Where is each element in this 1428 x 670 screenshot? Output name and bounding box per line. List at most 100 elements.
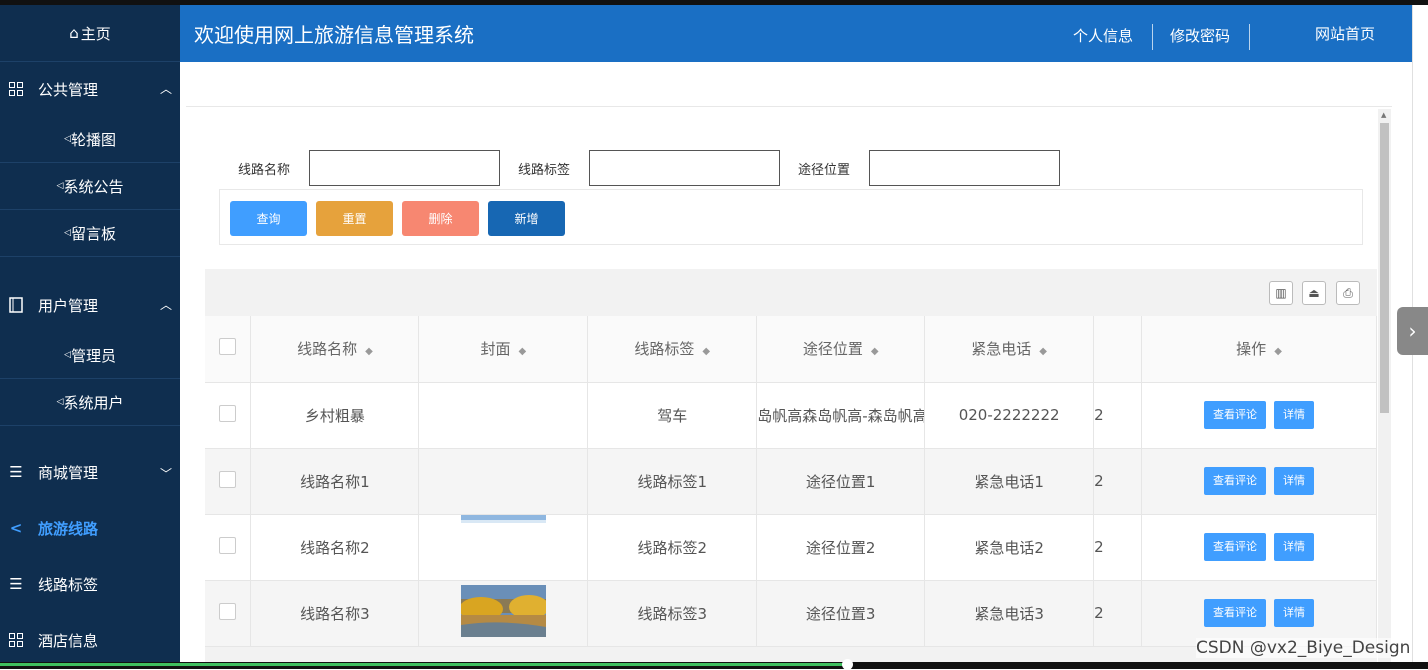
share-icon: < [9, 519, 23, 537]
row-select-cell [205, 580, 252, 647]
row-checkbox[interactable] [219, 470, 237, 488]
query-button[interactable]: 查询 [230, 201, 307, 236]
table-row: 乡村粗暴 驾车 岛帆高森岛帆高-森岛帆高 020-2222222 2 查看评论详… [205, 382, 1377, 449]
sidebar-group-public[interactable]: 公共管理 ︿ [0, 62, 180, 116]
extra-cell: 2 [1093, 514, 1143, 581]
nav-divider [1152, 24, 1153, 50]
column-header[interactable]: 线路名称 ◆ [250, 316, 420, 383]
view-comments-button[interactable]: 查看评论 [1204, 467, 1267, 495]
sidebar-group-shop[interactable]: ☰ 商城管理 ﹀ [0, 447, 180, 497]
details-button[interactable]: 详情 [1274, 533, 1315, 561]
sidebar-group-label: 线路标签 [38, 575, 99, 594]
sort-icon[interactable]: ◆ [871, 346, 879, 357]
column-header-label: 操作 [1236, 340, 1267, 359]
route-name-label: 线路名称 [238, 163, 291, 178]
side-expand-handle[interactable]: › [1397, 307, 1428, 355]
phone-cell: 紧急电话2 [924, 514, 1095, 581]
nav-divider [1249, 24, 1250, 50]
location-cell: 岛帆高森岛帆高-森岛帆高 [756, 382, 926, 449]
sidebar-item-admins[interactable]: ◁ 管理员 [0, 332, 180, 379]
vertical-scrollbar[interactable]: ▲ [1378, 109, 1391, 662]
sort-icon[interactable]: ◆ [518, 346, 526, 357]
sidebar-item-carousel[interactable]: ◁ 轮播图 [0, 116, 180, 163]
extra-cell: 2 [1093, 580, 1143, 647]
sidebar-group-tour-routes[interactable]: < 旅游线路 [0, 497, 180, 559]
column-header[interactable]: 操作 ◆ [1141, 316, 1377, 383]
nav-profile-link[interactable]: 个人信息 [1073, 25, 1133, 46]
route-name-input[interactable] [309, 150, 500, 186]
export-icon[interactable]: ⏏ [1302, 281, 1326, 305]
scroll-up-arrow-icon[interactable]: ▲ [1381, 111, 1386, 119]
route-tag-input[interactable] [589, 150, 780, 186]
sidebar-item-system-users[interactable]: ◁ 系统用户 [0, 379, 180, 426]
columns-icon[interactable]: ▥ [1269, 281, 1293, 305]
location-input[interactable] [869, 150, 1060, 186]
column-header[interactable]: 封面 ◆ [418, 316, 589, 383]
column-header[interactable]: 紧急电话 ◆ [924, 316, 1095, 383]
table-row: 线路名称1 线路标签1 途径位置1 紧急电话1 2 查看评论 详情 [205, 448, 1377, 515]
column-header[interactable]: 途径位置 ◆ [756, 316, 926, 383]
sort-icon[interactable]: ◆ [702, 346, 710, 357]
details-button[interactable]: 详情 [1274, 599, 1315, 627]
list-icon: ☰ [9, 575, 23, 593]
view-comments-button[interactable]: 查看评论 [1204, 533, 1267, 561]
row-checkbox[interactable] [219, 602, 237, 620]
cover-thumbnail [460, 514, 546, 523]
cover-cell [418, 448, 589, 515]
watermark: CSDN @vx2_Biye_Design [1196, 638, 1411, 658]
sidebar-home[interactable]: ⌂ 主页 [0, 5, 180, 62]
actions-cell: 查看评论 详情 [1141, 382, 1377, 449]
sidebar-item-notice[interactable]: ◁ 系统公告 [0, 163, 180, 210]
cover-thumbnail [460, 585, 546, 637]
sidebar-item-messages[interactable]: ◁ 留言板 [0, 210, 180, 257]
view-comments-button[interactable]: 查看评论 [1204, 599, 1267, 627]
sort-icon[interactable]: ◆ [365, 346, 373, 357]
table-row: 线路名称2 线路标签2 途径位置2 紧急电话2 2 查看评论 详情 [205, 514, 1377, 581]
route-tag-cell: 驾车 [587, 382, 758, 449]
column-header-label: 线路名称 [297, 340, 358, 359]
print-icon[interactable]: ⎙ [1336, 281, 1360, 305]
sidebar: ⌂ 主页 公共管理 ︿ ◁ 轮播图 ◁ 系统公告 ◁ 留言板 用户管理 ︿ ◁ 管理员 ◁… [0, 5, 180, 662]
add-button[interactable]: 新增 [488, 201, 565, 236]
column-header[interactable]: 线路标签 ◆ [587, 316, 758, 383]
select-all-cell [205, 316, 252, 383]
location-cell: 途径位置2 [756, 514, 926, 581]
progress-knob[interactable] [842, 659, 853, 670]
actions-cell: 查看评论 详情 [1141, 448, 1377, 515]
sidebar-group-label: 商城管理 [38, 463, 99, 482]
row-select-cell [205, 382, 252, 449]
caret-icon: ◁ [56, 397, 64, 407]
nav-site-home-link[interactable]: 网站首页 [1315, 23, 1375, 44]
delete-button[interactable]: 删除 [402, 201, 479, 236]
details-button[interactable]: 详情 [1274, 401, 1315, 429]
sidebar-group-hotels[interactable]: 酒店信息 [0, 609, 180, 662]
extra-cell: 2 [1093, 448, 1143, 515]
sidebar-group-route-tags[interactable]: ☰ 线路标签 [0, 559, 180, 609]
location-label: 途径位置 [798, 163, 851, 178]
phone-cell: 紧急电话3 [924, 580, 1095, 647]
caret-icon: ◁ [64, 350, 71, 360]
home-icon: ⌂ [69, 24, 79, 42]
sidebar-item-label: 系统用户 [63, 393, 124, 412]
scrollbar-thumb[interactable] [1380, 123, 1389, 413]
details-button[interactable]: 详情 [1274, 467, 1315, 495]
video-progress-bar[interactable] [0, 659, 1428, 670]
reset-button[interactable]: 重置 [316, 201, 393, 236]
row-checkbox[interactable] [219, 404, 237, 422]
route-name-cell: 线路名称1 [250, 448, 420, 515]
extra-cell: 2 [1093, 382, 1143, 449]
sort-icon[interactable]: ◆ [1274, 346, 1282, 357]
select-all-checkbox[interactable] [219, 338, 237, 356]
phone-cell: 紧急电话1 [924, 448, 1095, 515]
chevron-down-icon: ﹀ [159, 467, 172, 481]
view-comments-button[interactable]: 查看评论 [1204, 401, 1267, 429]
sort-icon[interactable]: ◆ [1039, 346, 1047, 357]
sidebar-group-label: 旅游线路 [38, 519, 99, 538]
nav-change-password-link[interactable]: 修改密码 [1170, 25, 1230, 46]
sidebar-group-label: 公共管理 [38, 80, 99, 99]
sidebar-group-users[interactable]: 用户管理 ︿ [0, 278, 180, 332]
row-checkbox[interactable] [219, 536, 237, 554]
row-select-cell [205, 514, 252, 581]
location-cell: 途径位置1 [756, 448, 926, 515]
chevron-up-icon: ︿ [159, 298, 172, 312]
